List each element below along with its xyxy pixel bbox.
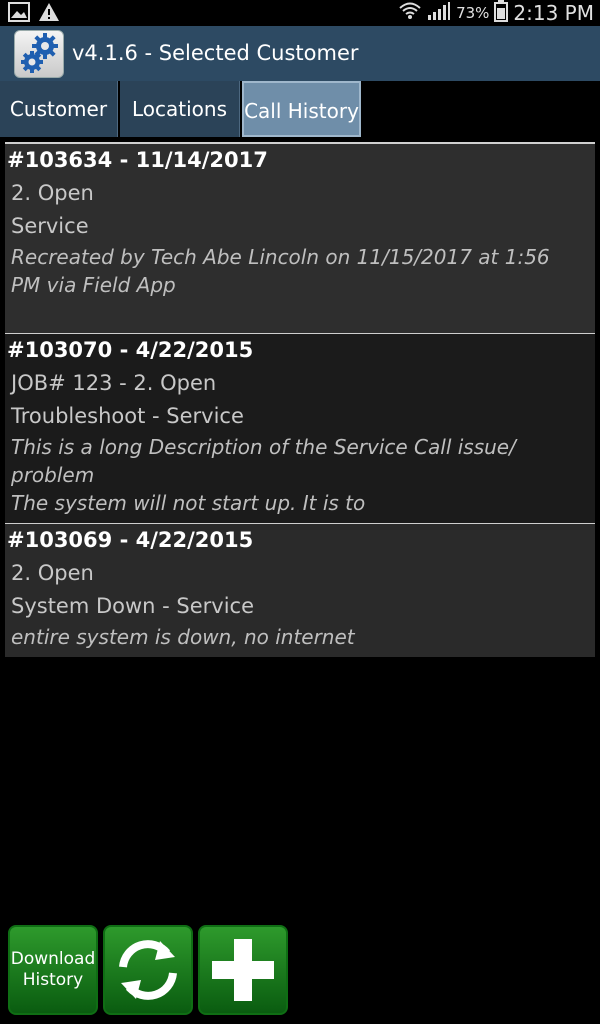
download-history-button[interactable]: Download History — [8, 925, 98, 1015]
signal-icon — [427, 1, 451, 25]
page-title: v4.1.6 - Selected Customer — [72, 41, 359, 65]
call-title: #103069 - 4/22/2015 — [7, 528, 254, 552]
call-description: This is a long Description of the Servic… — [11, 435, 516, 515]
list-item[interactable]: #103070 - 4/22/2015 JOB# 123 - 2. Open T… — [5, 333, 595, 523]
action-bar: v4.1.6 - Selected Customer — [0, 26, 600, 81]
call-description: Recreated by Tech Abe Lincoln on 11/15/2… — [11, 245, 550, 297]
wifi-icon — [398, 1, 422, 25]
status-bar: 73% 2:13 PM — [0, 0, 600, 26]
call-status: 2. Open — [11, 181, 94, 205]
call-history-list: #103634 - 11/14/2017 2. Open Service Rec… — [5, 142, 595, 657]
call-status: JOB# 123 - 2. Open — [11, 371, 217, 395]
list-item[interactable]: #103634 - 11/14/2017 2. Open Service Rec… — [5, 142, 595, 333]
call-type: System Down - Service — [11, 594, 255, 618]
tab-bar: Customer Locations Call History — [0, 81, 600, 137]
warning-icon — [38, 2, 60, 26]
battery-icon — [494, 0, 509, 26]
add-call-button[interactable] — [198, 925, 288, 1015]
tab-locations[interactable]: Locations — [120, 81, 240, 137]
list-item[interactable]: #103069 - 4/22/2015 2. Open System Down … — [5, 523, 595, 657]
refresh-button[interactable] — [103, 925, 193, 1015]
image-icon — [8, 2, 30, 26]
call-type: Troubleshoot - Service — [11, 404, 244, 428]
call-status: 2. Open — [11, 561, 94, 585]
call-title: #103634 - 11/14/2017 — [7, 148, 268, 172]
battery-percent: 73% — [456, 4, 490, 22]
tab-call-history[interactable]: Call History — [242, 81, 361, 137]
gear-icon[interactable] — [14, 30, 64, 78]
tab-customer[interactable]: Customer — [0, 81, 118, 137]
call-title: #103070 - 4/22/2015 — [7, 338, 254, 362]
call-description: entire system is down, no internet — [11, 625, 355, 649]
call-type: Service — [11, 214, 89, 238]
clock: 2:13 PM — [513, 1, 594, 25]
download-history-label: Download History — [10, 949, 96, 990]
